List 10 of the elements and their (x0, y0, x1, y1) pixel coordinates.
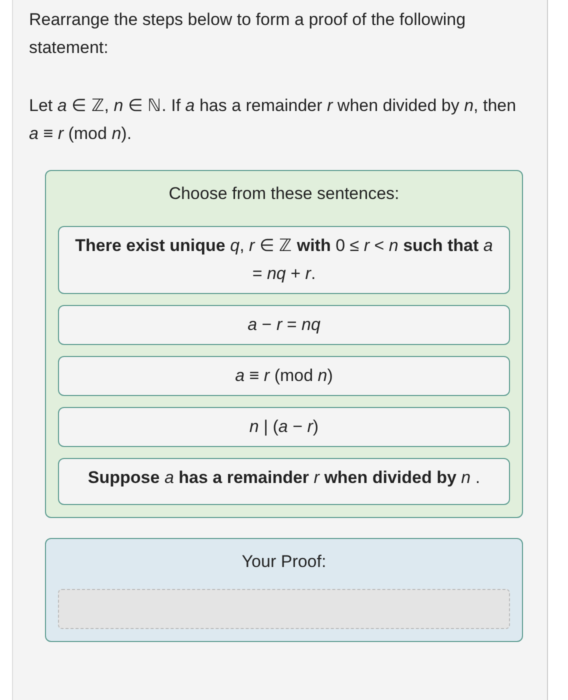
instructions-text: Rearrange the steps below to form a proof of the following statement: (29, 9, 467, 59)
proof-title: Your Proof: (240, 551, 328, 573)
sentence-card[interactable]: There exist unique q, r ∈ ℤ with 0 ≤ r < n such that a = nq + r. (58, 226, 510, 294)
sentence-card[interactable]: Suppose a has a remainder r when divided by n . (58, 458, 510, 505)
choices-title: Choose from these sentences: (168, 183, 400, 205)
sentence-card[interactable]: a ≡ r (mod n) (58, 356, 510, 396)
proof-drop-zone[interactable] (58, 589, 510, 629)
sentence-card[interactable]: a − r = nq (58, 305, 510, 345)
statement-text: Let a ∈ ℤ, n ∈ ℕ. If a has a remainder r when divided by n, then a ≡ r (mod n). (29, 95, 518, 145)
sentence-card[interactable]: n | (a − r) (58, 407, 510, 447)
